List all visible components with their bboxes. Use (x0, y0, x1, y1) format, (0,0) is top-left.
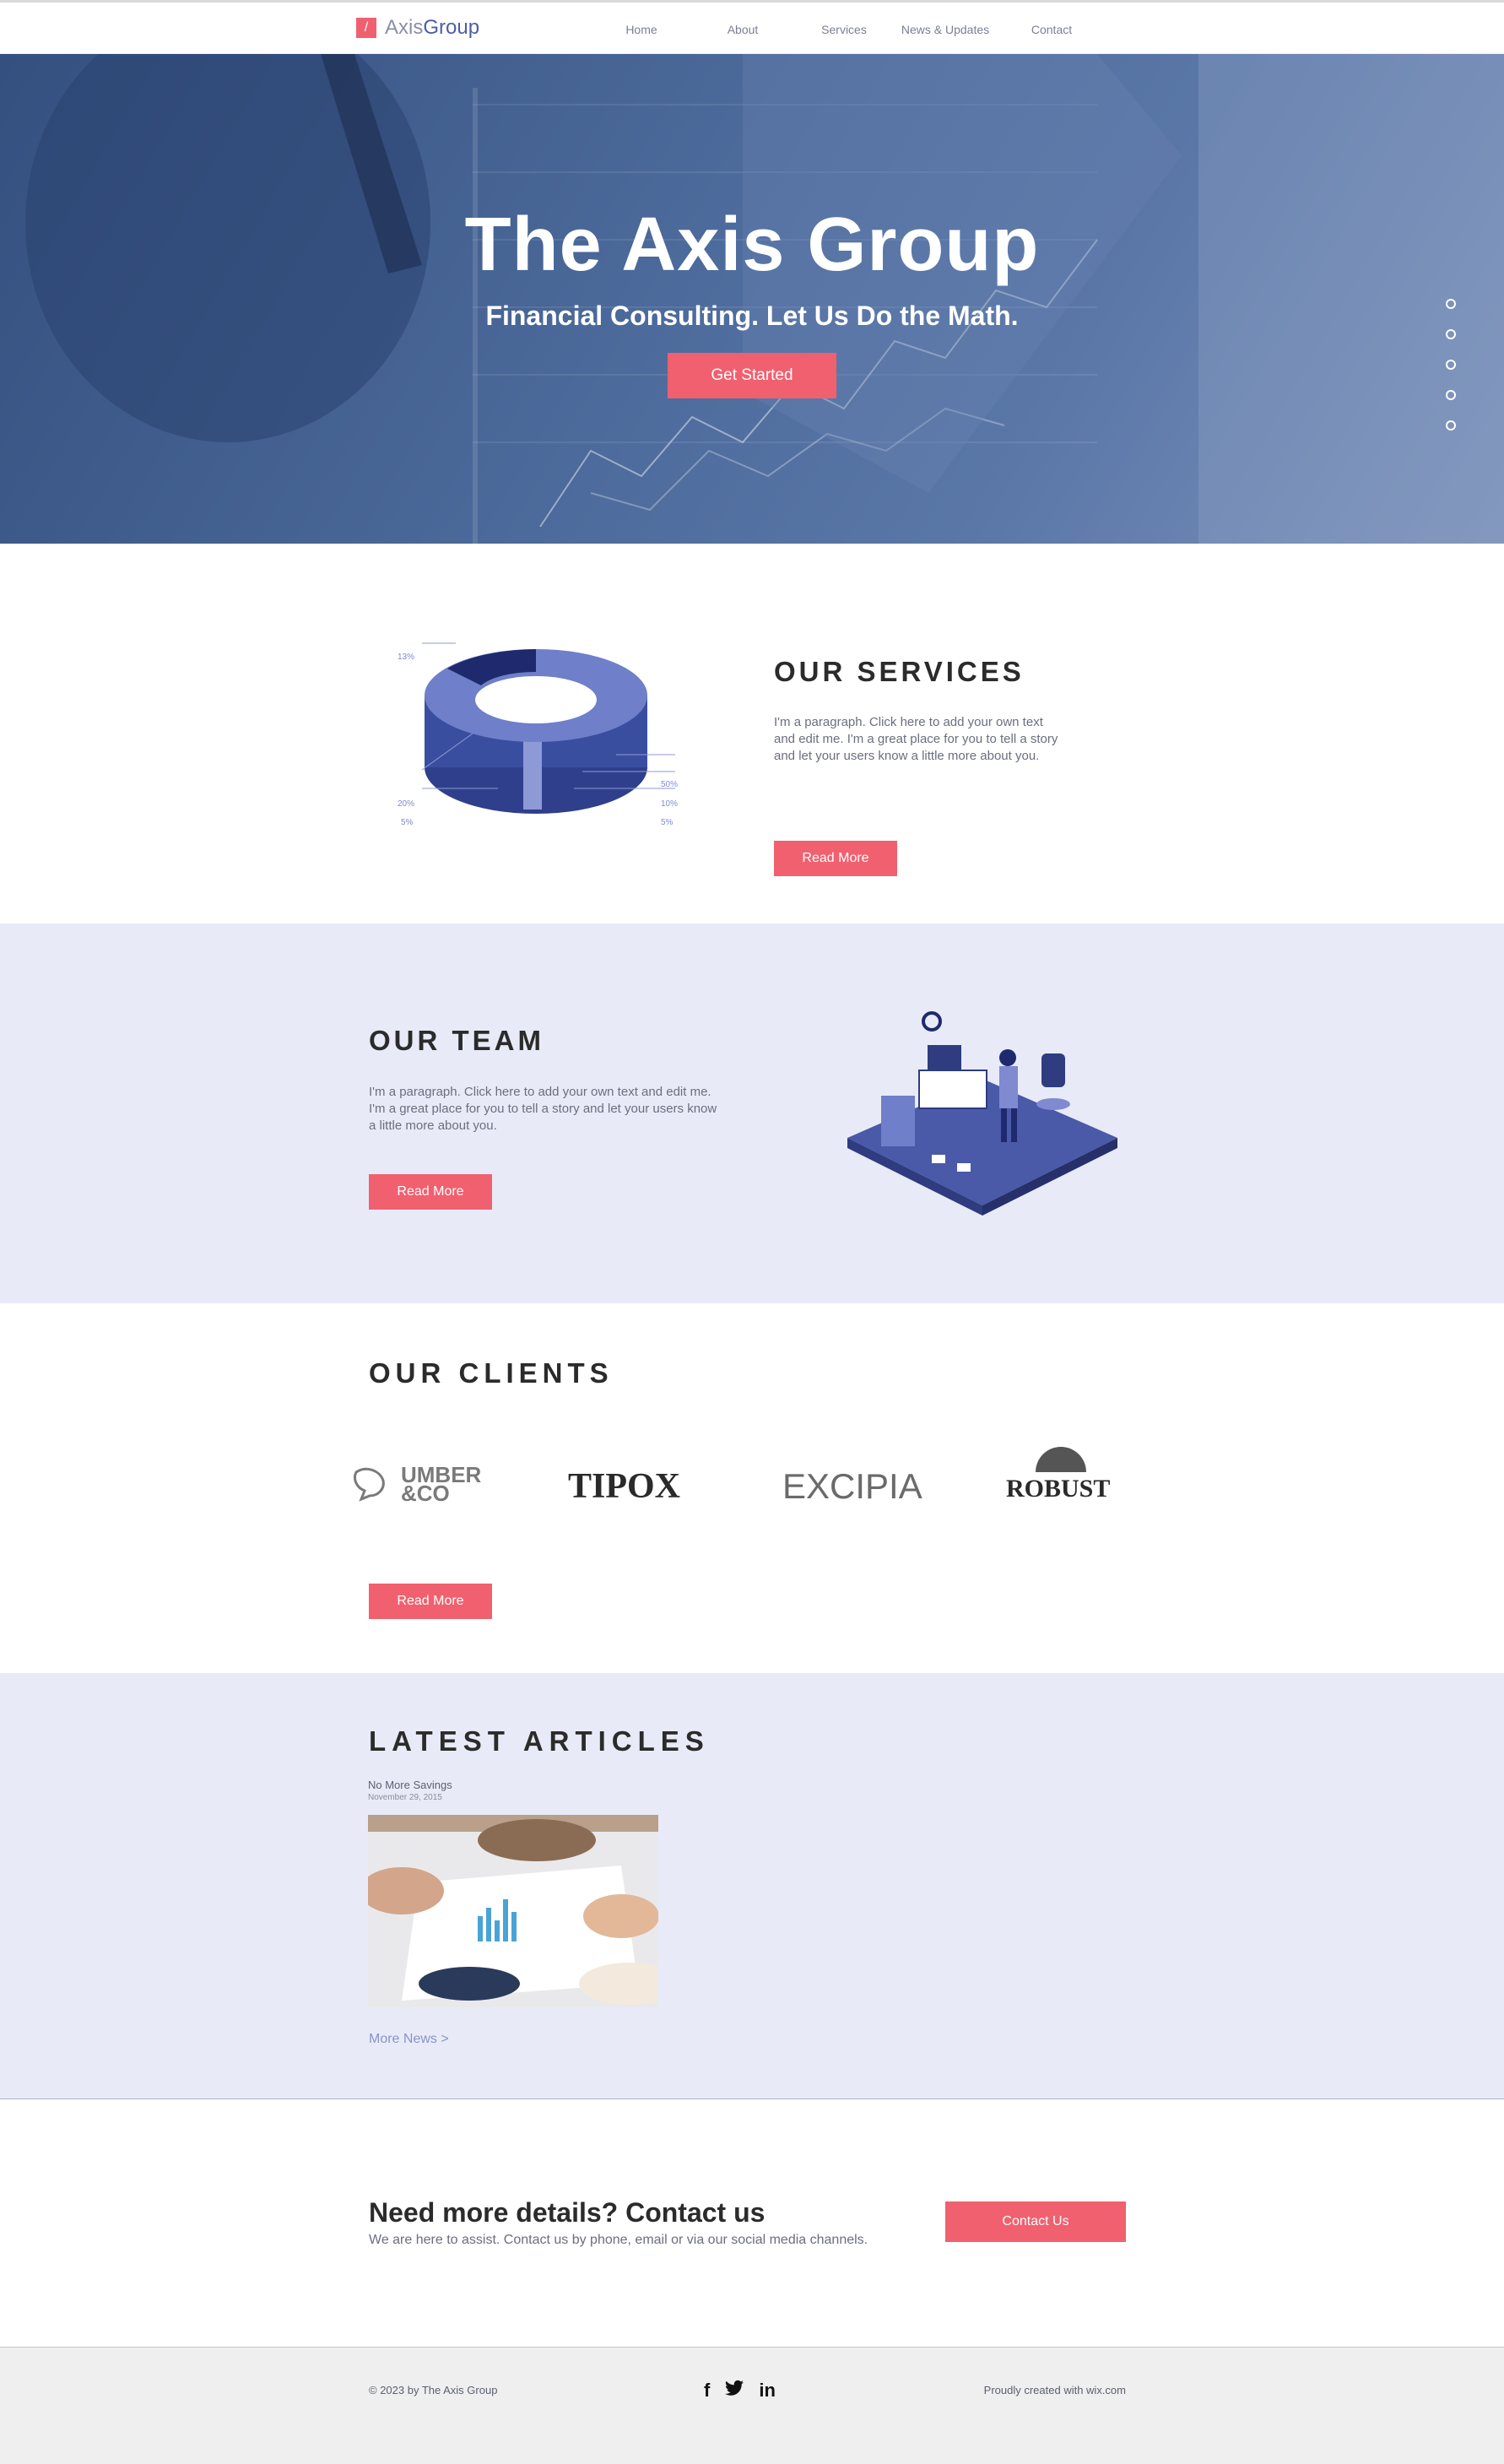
hero-section: The Axis Group Financial Consulting. Let… (0, 54, 1504, 544)
hero-subtitle: Financial Consulting. Let Us Do the Math… (485, 301, 1019, 331)
hero-title: The Axis Group (464, 203, 1040, 287)
chart-label: 5% (661, 818, 674, 827)
clients-section: OUR CLIENTS UMBER &CO TIPOX EXCIPIA ROBU… (0, 1303, 1504, 1673)
client-logo-excipia: EXCIPIA (782, 1466, 922, 1506)
team-read-more-button[interactable]: Read More (369, 1174, 492, 1210)
chart-label: 50% (661, 780, 679, 789)
contact-section: Need more details? Contact us We are her… (0, 2100, 1504, 2347)
logo-text: AxisGroup (385, 16, 480, 39)
articles-section: LATEST ARTICLES No More Savings November… (0, 1673, 1504, 2099)
nav-contact[interactable]: Contact (1001, 23, 1102, 36)
team-title: OUR TEAM (369, 1025, 544, 1056)
nav-services[interactable]: Services (793, 23, 895, 36)
team-section: OUR TEAM I'm a paragraph. Click here to … (0, 923, 1504, 1303)
article-post-date: November 29, 2015 (368, 1793, 442, 1802)
nav-about[interactable]: About (692, 23, 793, 36)
site-logo[interactable]: / AxisGroup (356, 16, 479, 40)
nav-news[interactable]: News & Updates (895, 23, 996, 36)
hero-background-image (25, 54, 1504, 544)
team-paragraph: I'm a paragraph. Click here to add your … (369, 1085, 717, 1133)
social-links: f in (704, 2380, 776, 2402)
clients-read-more-button[interactable]: Read More (369, 1584, 492, 1619)
office-illustration (847, 1011, 1117, 1216)
section-dot[interactable] (1446, 420, 1456, 431)
slide-nav-dots (1446, 299, 1456, 431)
logo-icon: / (356, 18, 376, 38)
site-header: / AxisGroup Home About Services News & U… (0, 0, 1504, 54)
facebook-icon[interactable]: f (704, 2380, 710, 2402)
services-title: OUR SERVICES (774, 656, 1025, 687)
contact-title: Need more details? Contact us (369, 2197, 766, 2228)
client-logo-umber: UMBER &CO (401, 1462, 482, 1506)
linkedin-icon[interactable]: in (759, 2380, 776, 2402)
copyright-text: © 2023 by The Axis Group (369, 2384, 498, 2396)
article-image[interactable] (368, 1815, 658, 2007)
umber-logo-icon (353, 1467, 385, 1502)
more-news-link[interactable]: More News > (369, 2032, 449, 2047)
get-started-button[interactable]: Get Started (668, 353, 836, 398)
client-logo-tipox: TIPOX (568, 1467, 681, 1506)
articles-title: LATEST ARTICLES (369, 1725, 710, 1757)
twitter-icon[interactable] (725, 2380, 744, 2402)
section-dot[interactable] (1446, 360, 1456, 370)
article-photo (368, 1815, 658, 2007)
site-footer: © 2023 by The Axis Group f in Proudly cr… (0, 2347, 1504, 2464)
services-paragraph: I'm a paragraph. Click here to add your … (774, 715, 1058, 763)
robust-logo-icon (1036, 1447, 1086, 1472)
client-logo-robust: ROBUST (1006, 1475, 1111, 1503)
donut-chart-illustration (421, 642, 675, 814)
article-post-title[interactable]: No More Savings (368, 1779, 452, 1791)
contact-subtitle: We are here to assist. Contact us by pho… (369, 2233, 868, 2247)
nav-home[interactable]: Home (591, 23, 692, 36)
clients-title: OUR CLIENTS (369, 1357, 614, 1389)
chart-label: 13% (398, 653, 415, 662)
services-section: 13% 20% 5% 50% 10% 5% OUR SERVICES I'm a… (0, 544, 1504, 923)
chart-label: 20% (398, 799, 415, 809)
contact-us-button[interactable]: Contact Us (945, 2201, 1126, 2242)
made-with-text: Proudly created with wix.com (983, 2384, 1126, 2396)
section-dot[interactable] (1446, 390, 1456, 400)
section-dot[interactable] (1446, 329, 1456, 339)
chart-label: 5% (401, 818, 414, 827)
services-read-more-button[interactable]: Read More (774, 841, 897, 876)
chart-label: 10% (661, 799, 679, 809)
main-nav: Home About Services News & Updates Conta… (591, 23, 1102, 36)
section-dot[interactable] (1446, 299, 1456, 309)
